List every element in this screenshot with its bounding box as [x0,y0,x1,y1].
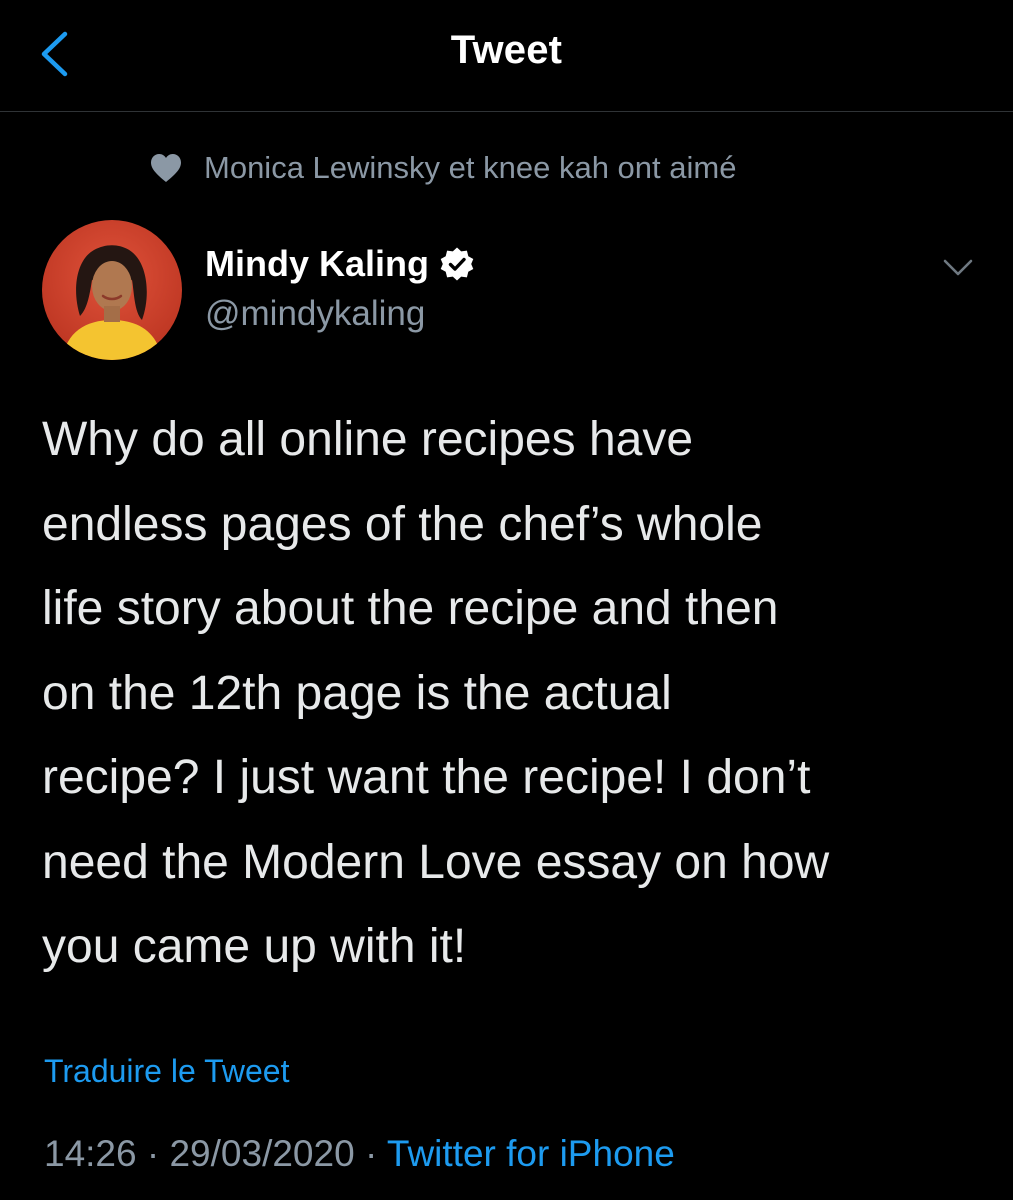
chevron-down-icon [943,259,973,276]
verified-badge-icon [439,246,475,282]
tweet-text: Why do all online recipes have endless p… [42,413,830,973]
tweet-date: 29/03/2020 [169,1133,355,1174]
social-context[interactable]: Monica Lewinsky et knee kah ont aimé [150,148,736,188]
page-title: Tweet [450,28,563,72]
author-name[interactable]: Mindy Kaling [205,243,475,285]
meta-separator: · [136,1133,170,1174]
more-options-button[interactable] [936,250,980,286]
author-handle[interactable]: @mindykaling [205,294,425,334]
tweet-metadata: 14:26 · 29/03/2020 · Twitter for iPhone [44,1133,675,1175]
tweet-time: 14:26 [44,1133,137,1174]
heart-icon [150,153,182,183]
social-context-text: Monica Lewinsky et knee kah ont aimé [204,150,737,185]
meta-separator: · [354,1133,387,1174]
avatar[interactable] [42,220,182,360]
nav-bar: Tweet [0,0,1013,112]
tweet-source-link[interactable]: Twitter for iPhone [387,1133,675,1174]
translate-tweet-link[interactable]: Traduire le Tweet [44,1053,289,1090]
author-name-text: Mindy Kaling [205,243,429,284]
